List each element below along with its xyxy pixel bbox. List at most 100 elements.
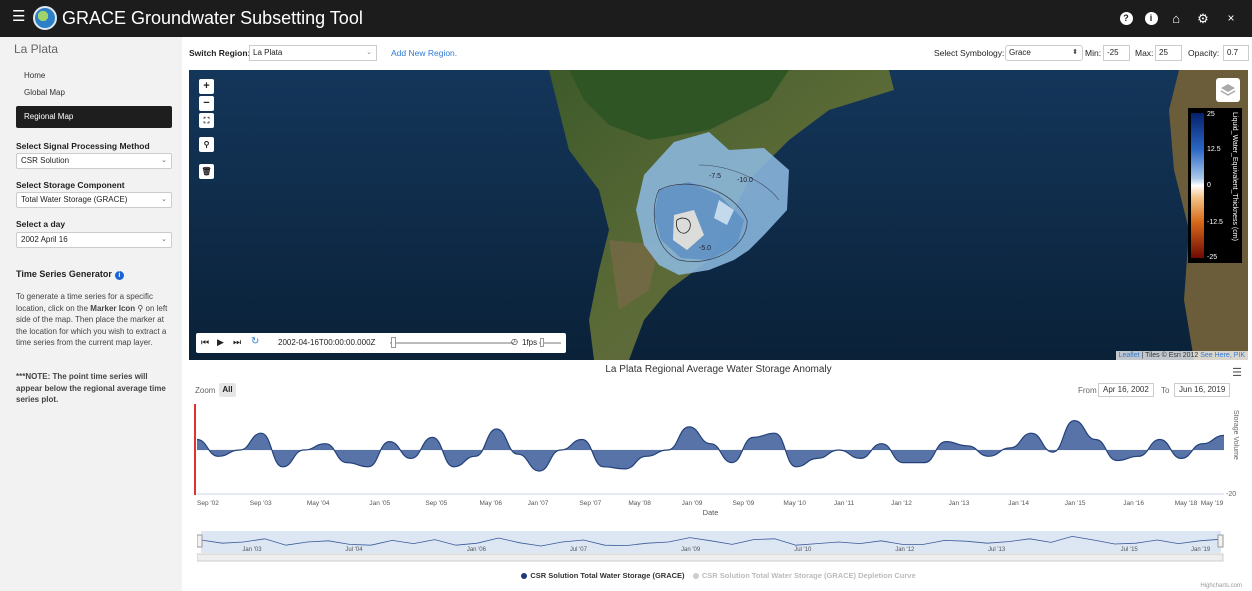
method-label: Select Signal Processing Method	[16, 141, 150, 151]
tsg-note: ***NOTE: The point time series will appe…	[16, 372, 166, 404]
top-navbar: ☰ GRACE Groundwater Subsetting Tool ? i …	[0, 0, 1252, 37]
leaflet-link[interactable]: Leaflet	[1119, 352, 1140, 359]
series-dot	[521, 573, 528, 580]
tiles-text: | Tiles © Esri 2012	[1139, 352, 1201, 359]
step-forward-button[interactable]: ⏭	[233, 337, 241, 348]
fullscreen-button[interactable]: ⛶	[199, 113, 214, 128]
x-tick-label: Jan '12	[891, 500, 912, 507]
time-series-chart: La Plata Regional Average Water Storage …	[189, 362, 1248, 591]
to-date-input[interactable]: Jun 16, 2019	[1174, 383, 1231, 397]
chart-menu-icon[interactable]: ☰	[1232, 366, 1242, 379]
loop-icon[interactable]: ↻	[251, 336, 259, 347]
chevron-down-icon: ⌄	[161, 196, 167, 203]
info-icon[interactable]: i	[1142, 10, 1160, 27]
max-input[interactable]: 25	[1155, 45, 1182, 61]
menu-icon[interactable]: ☰	[12, 9, 25, 24]
opacity-label: Opacity:	[1188, 48, 1220, 58]
method-select[interactable]: CSR Solution ⌄	[16, 153, 172, 169]
legend-item-series[interactable]: CSR Solution Total Water Storage (GRACE)	[521, 571, 685, 580]
legend-item-depletion[interactable]: CSR Solution Total Water Storage (GRACE)…	[692, 571, 916, 580]
chart-legend: CSR Solution Total Water Storage (GRACE)…	[189, 571, 1248, 580]
chart-title: La Plata Regional Average Water Storage …	[605, 364, 832, 375]
legend-tick: 0	[1207, 182, 1211, 189]
map-attribution: Leaflet | Tiles © Esri 2012 See Here, PI…	[1115, 351, 1248, 360]
switch-region-select[interactable]: La Plata ⌄	[249, 45, 377, 61]
nav-global-map[interactable]: Global Map	[16, 82, 172, 104]
x-axis-title: Date	[703, 508, 719, 517]
delete-tool-button[interactable]: 🗑	[199, 164, 214, 179]
depletion-dot	[692, 573, 699, 580]
legend-series-label: CSR Solution Total Water Storage (GRACE)	[530, 571, 685, 580]
sidebar: La Plata Home Global Map Regional Map Se…	[0, 37, 182, 591]
from-date-input[interactable]: Apr 16, 2002	[1098, 383, 1154, 397]
storage-select[interactable]: Total Water Storage (GRACE) ⌄	[16, 192, 172, 208]
symbology-value: Grace	[1009, 48, 1031, 57]
marker-icon: ⚲	[137, 303, 144, 313]
navigator-handle-right	[1217, 534, 1224, 548]
symbology-select[interactable]: Grace ⬍	[1005, 45, 1083, 61]
map-view[interactable]: -7.5 -10.0 -5.0 + − ⛶ ⚲ 🗑 25 12.5 0 -12.…	[189, 70, 1248, 360]
navigator-label: Jul '10	[794, 547, 812, 553]
switch-region-value: La Plata	[253, 48, 283, 57]
storage-label: Select Storage Component	[16, 180, 125, 190]
zoom-in-button[interactable]: +	[199, 79, 214, 94]
time-slider-handle[interactable]	[391, 337, 396, 348]
to-label: To	[1161, 386, 1170, 395]
play-button[interactable]: ▶	[217, 337, 224, 348]
x-tick-label: May '08	[628, 500, 651, 507]
zoom-label: Zoom	[195, 386, 216, 395]
navigator-label: Jul '04	[345, 547, 363, 553]
storage-value: Total Water Storage (GRACE)	[21, 195, 128, 204]
day-select[interactable]: 2002 April 16 ⌄	[16, 232, 172, 248]
nav-regional-map[interactable]: Regional Map	[16, 106, 172, 128]
x-tick-label: Sep '03	[250, 500, 272, 507]
add-new-region-link[interactable]: Add New Region.	[391, 48, 457, 58]
x-tick-label: Jan '07	[528, 500, 549, 507]
help-icon[interactable]: ?	[1117, 10, 1135, 27]
legend-tick: 12.5	[1207, 146, 1221, 153]
min-input[interactable]: -25	[1103, 45, 1130, 61]
x-tick-label: May '04	[307, 500, 330, 507]
tsg-title: Time Series Generator i	[16, 269, 124, 280]
layers-icon	[1220, 84, 1236, 96]
legend-colorbar	[1191, 113, 1204, 258]
see-here-link[interactable]: See Here, PIK	[1200, 352, 1245, 359]
updown-icon: ⬍	[1072, 49, 1078, 56]
close-icon[interactable]: ×	[1222, 10, 1240, 27]
marker-tool-button[interactable]: ⚲	[199, 137, 214, 152]
legend-depletion-label: CSR Solution Total Water Storage (GRACE)…	[701, 571, 916, 580]
map-basemap: -7.5 -10.0 -5.0	[189, 70, 1248, 360]
home-icon[interactable]: ⌂	[1167, 10, 1185, 27]
time-slider[interactable]	[390, 342, 514, 344]
day-label: Select a day	[16, 219, 66, 229]
app-logo	[33, 6, 57, 30]
x-tick-label: Sep '09	[732, 500, 754, 507]
x-tick-label: Sep '07	[579, 500, 601, 507]
x-tick-label: Jan '15	[1065, 500, 1086, 507]
navigator-label: Jul '15	[1121, 547, 1139, 553]
opacity-input[interactable]: 0.7	[1223, 45, 1249, 61]
zoom-all-button[interactable]: All	[219, 383, 236, 397]
navigator-label: Jan '09	[681, 547, 701, 553]
tsg-instructions: To generate a time series for a specific…	[16, 291, 174, 349]
highcharts-credits[interactable]: Highcharts.com	[1200, 583, 1242, 589]
x-tick-label: Jan '14	[1008, 500, 1029, 507]
x-tick-label: May '18	[1175, 500, 1198, 507]
x-tick-label: Jan '09	[682, 500, 703, 507]
x-tick-label: Sep '05	[425, 500, 447, 507]
legend-tick: -12.5	[1207, 219, 1223, 226]
legend-tick: 25	[1207, 111, 1215, 118]
time-dimension-control: ⏮ ▶ ⏭ ↻ 2002-04-16T00:00:00.000Z ◷ 1fps	[196, 333, 566, 353]
layers-button[interactable]	[1216, 78, 1240, 102]
color-legend: 25 12.5 0 -12.5 -25 Liquid_Water_Equival…	[1188, 108, 1242, 263]
navigator-label: Jan '06	[467, 547, 487, 553]
fps-slider-handle[interactable]	[540, 338, 544, 347]
tsg-title-text: Time Series Generator	[16, 269, 112, 279]
zoom-out-button[interactable]: −	[199, 96, 214, 111]
clock-icon: ◷	[511, 337, 518, 346]
step-backward-button[interactable]: ⏮	[201, 337, 209, 348]
gear-icon[interactable]: ⚙	[1194, 10, 1212, 27]
x-tick-label: Jan '13	[949, 500, 970, 507]
legend-title: Liquid_Water_Equivalent_Thickness (cm)	[1231, 112, 1238, 241]
navigator[interactable]: Jan '03 Jul '04 Jan '06 Jul '07 Jan '09 Jul '…	[197, 531, 1227, 563]
